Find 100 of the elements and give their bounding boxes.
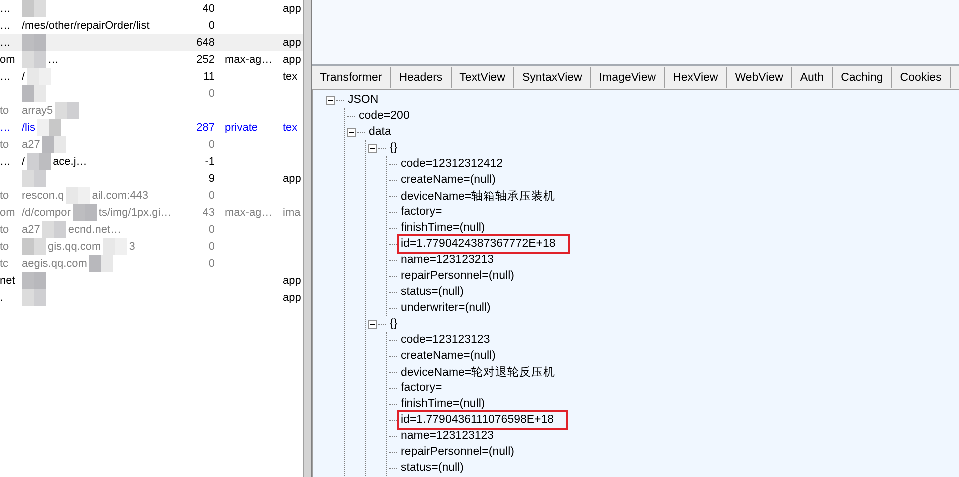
content-type-cell: app xyxy=(283,2,302,14)
host-cell: net xyxy=(0,274,16,286)
content-type-cell: tex xyxy=(283,122,298,134)
redaction-mosaic xyxy=(42,221,66,238)
tree-node[interactable]: code=123123123 xyxy=(399,333,492,347)
splitter[interactable] xyxy=(303,0,312,477)
content-type-cell: ima xyxy=(283,206,301,218)
url-cell: ace.j… xyxy=(53,156,88,168)
tree-node[interactable]: status=(null) xyxy=(399,285,466,299)
redaction-mosaic xyxy=(22,34,46,51)
redaction-mosaic xyxy=(22,51,46,68)
session-row[interactable]: … / ace.j… -1 xyxy=(0,153,303,170)
redaction-mosaic xyxy=(22,0,46,17)
collapse-icon[interactable] xyxy=(326,96,335,104)
session-row[interactable]: to array5 xyxy=(0,102,303,119)
tree-node[interactable]: factory= xyxy=(399,381,444,395)
body-size-cell: 0 xyxy=(208,258,215,270)
host-cell: to xyxy=(0,138,10,150)
tree-node[interactable]: id=1.7790436111076598E+18 xyxy=(399,412,566,428)
url-cell: ecnd.net… xyxy=(68,224,122,236)
session-row[interactable]: … / 11 tex xyxy=(0,68,303,85)
session-row[interactable]: to rescon.q ail.com:443 0 xyxy=(0,187,303,204)
body-size-cell: 0 xyxy=(208,138,215,150)
url-cell: gis.qq.com xyxy=(48,240,102,252)
host-cell: . xyxy=(0,292,4,304)
redaction-mosaic xyxy=(22,238,46,255)
collapse-icon[interactable] xyxy=(368,144,377,152)
body-size-cell: 252 xyxy=(196,54,215,66)
tree-node[interactable]: deviceName=轮对退轮反压机 xyxy=(399,364,558,380)
host-cell: … xyxy=(0,20,11,32)
session-row[interactable]: to a27 ecnd.net… 0 xyxy=(0,221,303,238)
tree-node[interactable]: id=1.7790424387367772E+18 xyxy=(399,236,568,252)
caching-cell: max-ag… xyxy=(225,54,273,66)
redaction-mosaic xyxy=(27,153,52,170)
content-type-cell: app xyxy=(283,274,302,286)
host-cell: … xyxy=(0,156,11,168)
content-type-cell: app xyxy=(283,36,302,48)
tree-node[interactable]: finishTime=(null) xyxy=(399,221,488,235)
body-size-cell: 0 xyxy=(208,88,215,100)
tree-node[interactable]: underwriter=(null) xyxy=(399,301,493,315)
collapse-icon[interactable] xyxy=(347,128,356,136)
session-row[interactable]: … 40 app xyxy=(0,0,303,17)
session-row[interactable]: net app xyxy=(0,272,303,289)
tree-node[interactable]: finishTime=(null) xyxy=(399,397,488,411)
tree-node[interactable]: deviceName=轴箱轴承压装机 xyxy=(399,188,558,204)
body-size-cell: 11 xyxy=(204,70,215,82)
host-cell: … xyxy=(0,70,11,82)
tree-node[interactable]: {} xyxy=(388,141,400,155)
content-type-cell: app xyxy=(283,172,302,184)
host-cell: … xyxy=(0,36,11,48)
url-cell: … xyxy=(48,54,59,66)
redaction-mosaic xyxy=(22,289,46,306)
session-row[interactable]: … /lis 287 private tex xyxy=(0,119,303,136)
session-row[interactable]: om … 252 max-ag… app xyxy=(0,51,303,68)
url-cell: rescon.q xyxy=(22,190,64,202)
session-row[interactable]: tc aegis.qq.com 0 xyxy=(0,255,303,272)
redaction-mosaic xyxy=(37,119,62,136)
body-size-cell: 0 xyxy=(208,240,215,252)
host-cell: … xyxy=(0,122,11,134)
url-cell: /mes/other/repairOrder/list xyxy=(22,20,150,32)
url-cell: ail.com:443 xyxy=(92,190,148,202)
redaction-mosaic xyxy=(55,102,80,119)
host-cell: om xyxy=(0,206,16,218)
session-row[interactable]: to gis.qq.com 3 0 xyxy=(0,238,303,255)
tree-node[interactable]: name=123123123 xyxy=(399,429,496,443)
session-row[interactable]: 0 xyxy=(0,85,303,102)
session-row[interactable]: 9 app xyxy=(0,170,303,187)
session-row[interactable]: . app xyxy=(0,289,303,306)
redaction-mosaic xyxy=(89,255,114,272)
session-row[interactable]: … 648 app xyxy=(0,34,303,51)
session-row[interactable]: to a27 0 xyxy=(0,136,303,153)
body-size-cell: 43 xyxy=(202,206,215,218)
host-cell: om xyxy=(0,54,16,66)
host-cell: to xyxy=(0,224,10,236)
url-cell: ts/img/1px.gi… xyxy=(98,206,172,218)
tree-node[interactable]: JSON xyxy=(346,93,381,107)
session-row[interactable]: om /d/compor ts/img/1px.gi… 43 max-ag… ima xyxy=(0,204,303,221)
redaction-mosaic xyxy=(27,68,52,85)
tree-node[interactable]: status=(null) xyxy=(399,461,466,475)
tree-node[interactable]: data xyxy=(367,125,394,139)
tree-node[interactable]: repairPersonnel=(null) xyxy=(399,269,516,283)
body-size-cell: 648 xyxy=(196,36,215,48)
tree-node[interactable]: createName=(null) xyxy=(399,349,498,363)
tree-node[interactable]: code=200 xyxy=(357,109,412,123)
url-cell: 3 xyxy=(129,240,136,252)
tree-node[interactable]: factory= xyxy=(399,205,444,219)
host-cell: … xyxy=(0,2,11,14)
tree-node[interactable]: repairPersonnel=(null) xyxy=(399,445,516,459)
caching-cell: max-ag… xyxy=(225,206,273,218)
tree-node[interactable]: name=123123213 xyxy=(399,253,496,267)
url-cell: /d/compor xyxy=(22,206,71,218)
url-cell: aegis.qq.com xyxy=(22,258,88,270)
collapse-icon[interactable] xyxy=(368,320,377,328)
tree-node[interactable]: code=12312312412 xyxy=(399,157,506,171)
tree-node[interactable]: createName=(null) xyxy=(399,173,498,187)
session-row[interactable]: … /mes/other/repairOrder/list 0 xyxy=(0,17,303,34)
content-type-cell: app xyxy=(283,54,302,66)
body-size-cell: 40 xyxy=(202,2,215,14)
url-cell: a27 xyxy=(22,224,40,236)
tree-node[interactable]: {} xyxy=(388,317,400,331)
